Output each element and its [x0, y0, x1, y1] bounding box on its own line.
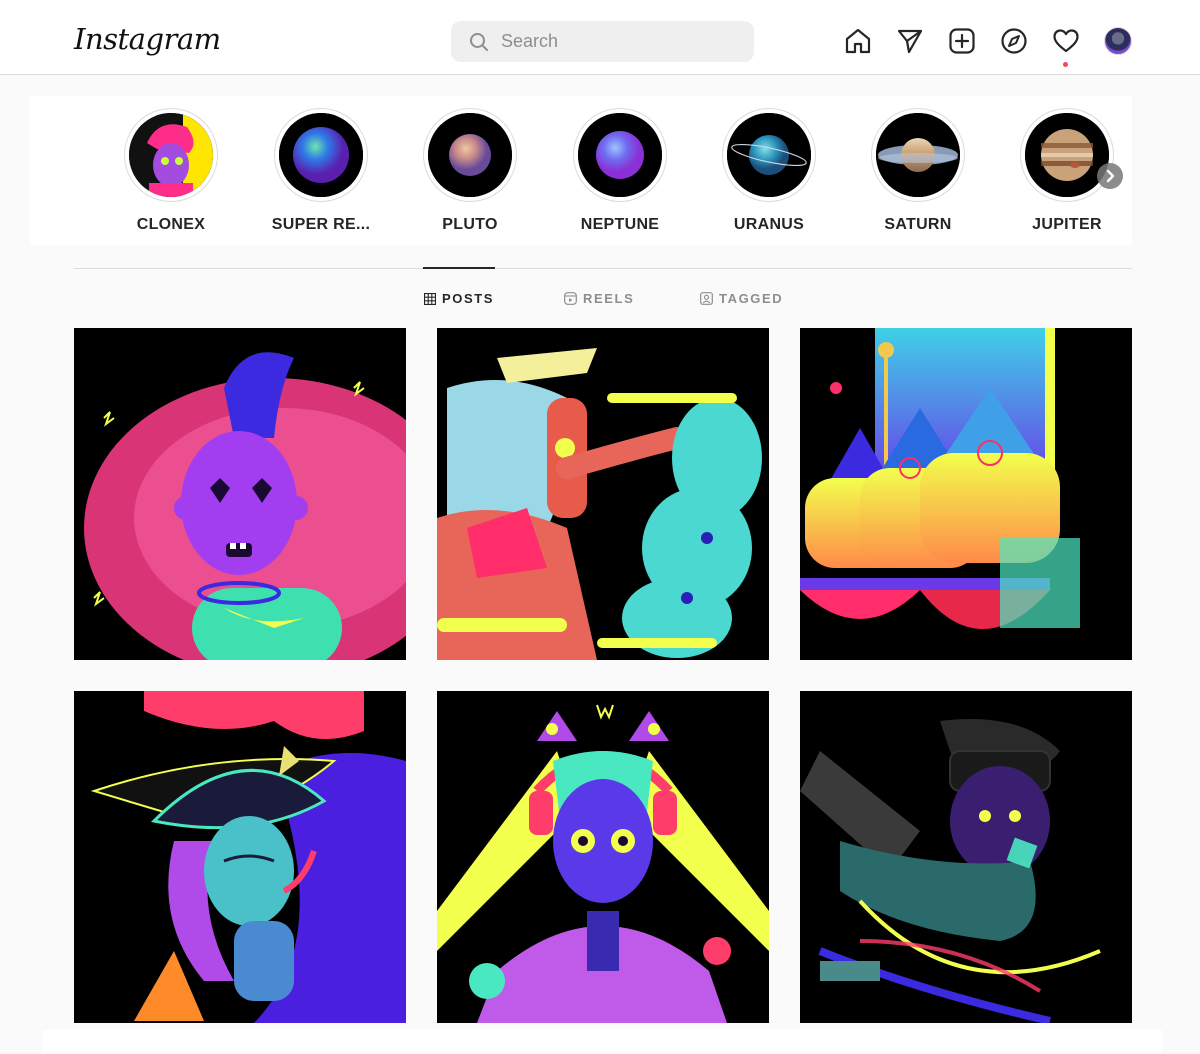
search-box[interactable]: [451, 21, 754, 62]
tab-label: POSTS: [442, 291, 495, 306]
notification-dot: [1063, 62, 1068, 67]
activity-heart-icon[interactable]: [1052, 27, 1080, 55]
top-nav-bar: Instagram: [0, 0, 1200, 75]
story-label: URANUS: [733, 216, 805, 233]
story-thumbnail: [727, 113, 811, 197]
profile-avatar[interactable]: [1104, 27, 1132, 55]
story-label: JUPITER: [1032, 216, 1102, 233]
tab-reels[interactable]: REELS: [564, 291, 634, 306]
story-label: SATURN: [884, 216, 952, 233]
stories-next-button[interactable]: [1097, 163, 1123, 189]
story-highlight-pluto[interactable]: PLUTO: [405, 108, 535, 234]
story-ring: [124, 108, 218, 202]
post-tile-4[interactable]: [74, 691, 406, 1023]
story-highlight-neptune[interactable]: NEPTUNE: [555, 108, 685, 234]
search-icon: [469, 32, 489, 57]
new-post-icon[interactable]: [948, 27, 976, 55]
story-ring: [423, 108, 517, 202]
story-thumbnail: [129, 113, 213, 197]
post-tile-3[interactable]: [800, 328, 1132, 660]
story-ring: [274, 108, 368, 202]
triple-heads-artwork: [800, 328, 1132, 660]
post-tile-6[interactable]: [800, 691, 1132, 1023]
tab-label: REELS: [583, 291, 635, 306]
story-label: CLONEX: [136, 216, 206, 233]
story-ring: [871, 108, 965, 202]
explore-compass-icon[interactable]: [1000, 27, 1028, 55]
story-highlight-uranus[interactable]: URANUS: [704, 108, 834, 234]
story-label: PLUTO: [442, 216, 498, 233]
story-thumbnail: [279, 113, 363, 197]
footer-strip: [42, 1030, 1162, 1054]
story-ring: [573, 108, 667, 202]
witch-artwork: [74, 691, 406, 1023]
mohawk-character-artwork: [74, 328, 406, 660]
instagram-logo[interactable]: Instagram: [74, 22, 221, 56]
tab-divider: [74, 268, 1132, 269]
story-thumbnail: [578, 113, 662, 197]
story-label: SUPER RE...: [271, 216, 371, 233]
story-thumbnail: [428, 113, 512, 197]
search-input[interactable]: [501, 21, 741, 62]
story-highlight-saturn[interactable]: SATURN: [853, 108, 983, 234]
grid-icon: [424, 292, 436, 305]
story-highlight-clonex[interactable]: CLONEX: [106, 108, 236, 234]
ghost-girl-artwork: [437, 328, 769, 660]
tagged-icon: [700, 292, 713, 305]
cat-ear-headphones-artwork: [437, 691, 769, 1023]
post-tile-2[interactable]: [437, 328, 769, 660]
tab-posts[interactable]: POSTS: [424, 291, 494, 306]
chevron-right-icon: [1106, 169, 1115, 183]
direct-send-icon[interactable]: [896, 27, 924, 55]
vr-headset-artwork: [800, 691, 1132, 1023]
story-ring: [722, 108, 816, 202]
post-tile-1[interactable]: [74, 328, 406, 660]
post-tile-5[interactable]: [437, 691, 769, 1023]
story-highlight-super-rare[interactable]: SUPER RE...: [256, 108, 386, 234]
active-tab-indicator: [423, 267, 495, 269]
home-icon[interactable]: [844, 27, 872, 55]
tab-label: TAGGED: [719, 291, 784, 306]
reels-icon: [564, 292, 577, 305]
tab-tagged[interactable]: TAGGED: [700, 291, 783, 306]
story-label: NEPTUNE: [580, 216, 660, 233]
story-thumbnail: [876, 113, 960, 197]
